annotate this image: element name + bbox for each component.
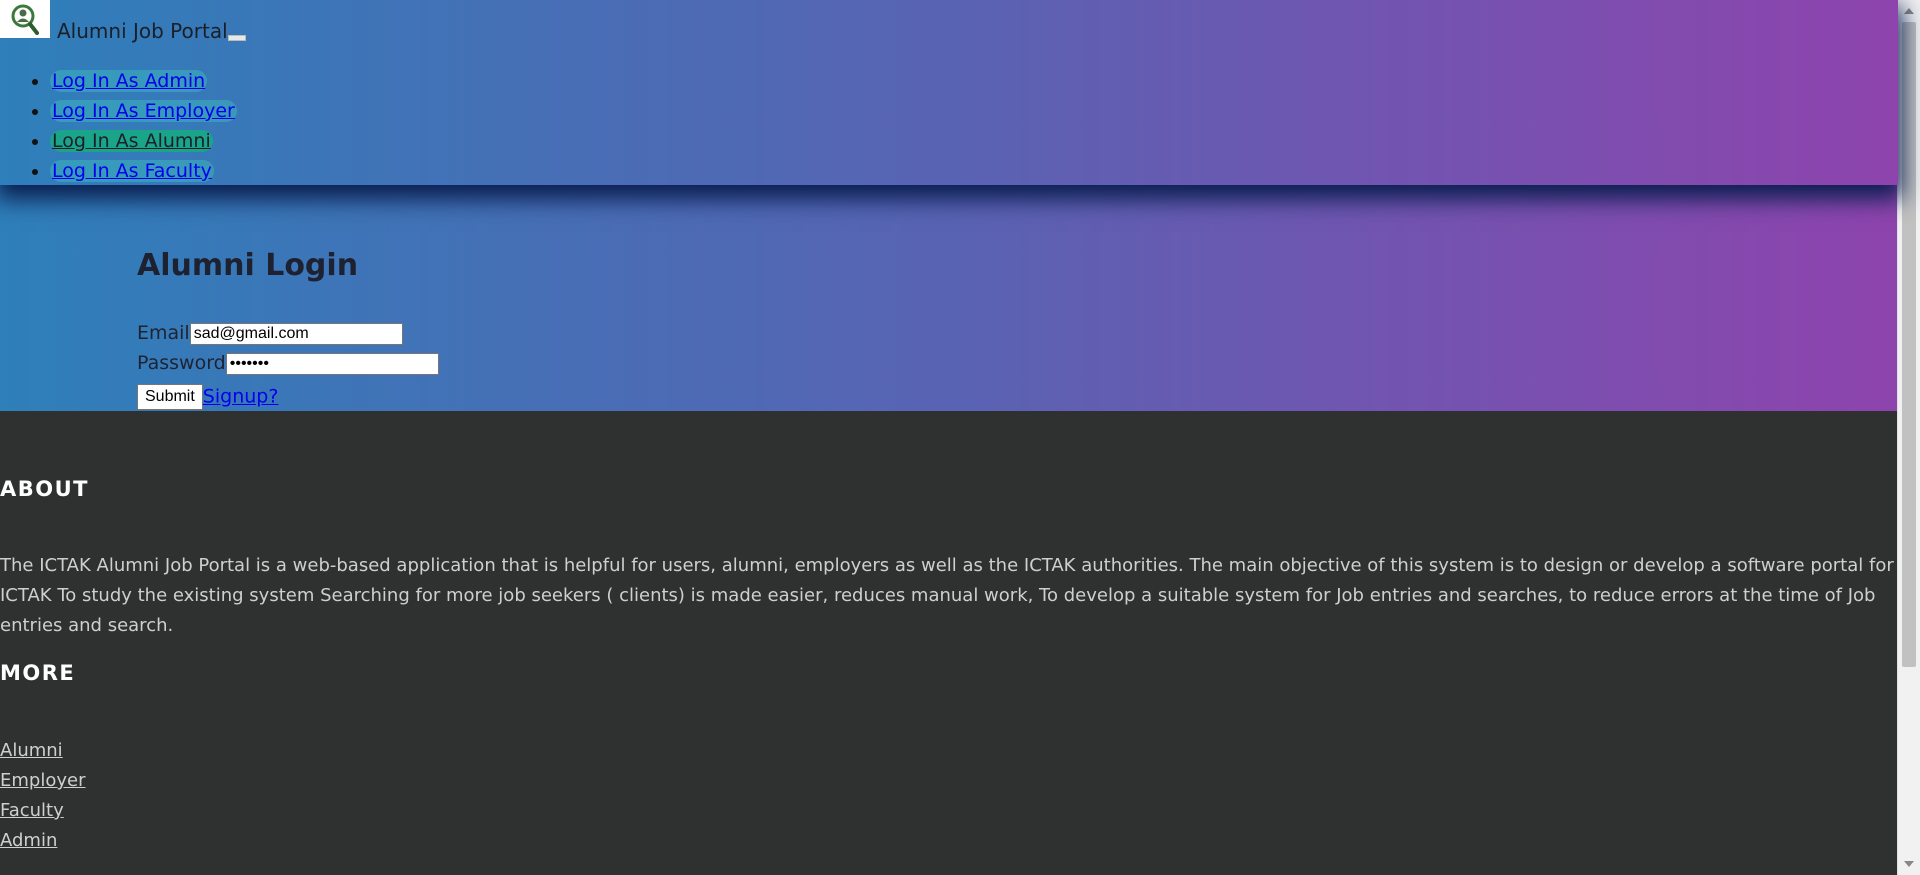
scrollbar-thumb[interactable]	[1902, 22, 1916, 667]
navbar: Alumni Job Portal Log In As Admin Log In…	[0, 0, 1898, 185]
login-employer-link[interactable]: Log In As Employer	[50, 100, 237, 122]
login-admin-link[interactable]: Log In As Admin	[50, 70, 208, 92]
scroll-down-icon[interactable]	[1904, 861, 1914, 867]
password-field[interactable]	[225, 352, 439, 375]
vertical-scrollbar[interactable]	[1897, 0, 1920, 875]
login-form: Alumni Login Email Password SubmitSignup…	[137, 248, 439, 410]
about-heading: ABOUT	[0, 477, 89, 501]
more-heading: MORE	[0, 661, 76, 685]
logo[interactable]	[0, 0, 50, 38]
brand-title[interactable]: Alumni Job Portal	[57, 19, 228, 43]
footer-link-item: Admin	[0, 826, 85, 856]
email-row: Email	[137, 322, 403, 345]
nav-menu: Log In As Admin Log In As Employer Log I…	[22, 66, 237, 186]
about-text: The ICTAK Alumni Job Portal is a web-bas…	[0, 555, 1894, 636]
login-alumni-link[interactable]: Log In As Alumni	[50, 130, 213, 152]
submit-row: Submit Signup?	[137, 384, 278, 410]
nav-item-admin: Log In As Admin	[50, 66, 237, 96]
email-field[interactable]	[189, 322, 403, 345]
footer-link-item: Faculty	[0, 796, 85, 826]
nav-item-employer: Log In As Employer	[50, 96, 237, 126]
footer-link-faculty[interactable]: Faculty	[0, 800, 64, 821]
signup-link[interactable]: Signup?	[203, 386, 279, 408]
footer-links: Alumni Employer Faculty Admin	[0, 736, 85, 856]
submit-button[interactable]: Submit	[137, 384, 203, 410]
footer-link-item: Employer	[0, 766, 85, 796]
footer-link-alumni[interactable]: Alumni	[0, 740, 63, 761]
page-title: Alumni Login	[137, 248, 359, 283]
scroll-up-icon[interactable]	[1904, 8, 1914, 14]
email-label: Email	[137, 322, 190, 344]
nav-item-alumni: Log In As Alumni	[50, 126, 237, 156]
page: Alumni Job Portal Log In As Admin Log In…	[0, 0, 1898, 875]
footer: ABOUT The ICTAK Alumni Job Portal is a w…	[0, 411, 1898, 875]
footer-link-employer[interactable]: Employer	[0, 770, 85, 791]
password-label: Password	[137, 352, 226, 374]
password-row: Password	[137, 352, 439, 375]
login-faculty-link[interactable]: Log In As Faculty	[50, 160, 214, 182]
nav-item-faculty: Log In As Faculty	[50, 156, 237, 186]
search-person-icon	[11, 4, 39, 35]
footer-link-item: Alumni	[0, 736, 85, 766]
navbar-toggler-button[interactable]	[228, 35, 246, 41]
footer-link-admin[interactable]: Admin	[0, 830, 57, 851]
